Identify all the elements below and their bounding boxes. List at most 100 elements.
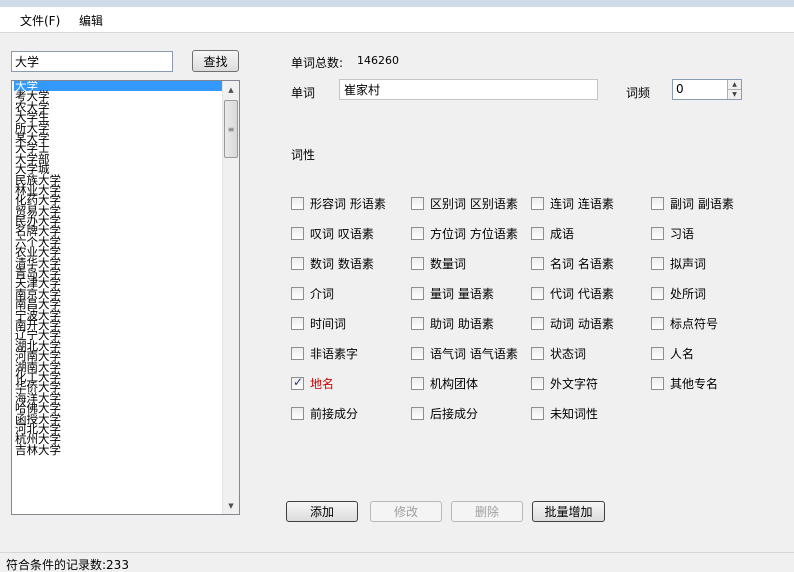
pos-checkbox-label: 代词 代语素 [550,287,614,301]
pos-checkbox[interactable]: 习语 [651,225,694,242]
pos-checkbox-label: 地名 [310,377,335,391]
pos-checkbox[interactable]: 状态词 [531,345,586,362]
checkbox-icon[interactable] [531,227,544,240]
pos-checkbox[interactable]: 机构团体 [411,375,478,392]
checkbox-icon[interactable] [411,407,424,420]
checkbox-icon[interactable] [651,377,664,390]
menu-edit[interactable]: 编辑 [79,12,103,29]
pos-checkbox[interactable]: 后接成分 [411,405,478,422]
scroll-up-arrow-icon[interactable]: ▲ [223,81,239,98]
pos-checkbox-label: 未知词性 [550,407,599,421]
pos-checkbox[interactable]: 助词 助语素 [411,315,494,332]
checkbox-icon[interactable] [291,287,304,300]
pos-checkbox[interactable]: 数量词 [411,255,466,272]
pos-checkbox[interactable]: 动词 动语素 [531,315,614,332]
pos-checkbox-label: 机构团体 [430,377,479,391]
results-list[interactable]: 大学 考大学 农大学 大学生 所大学 某大学 大学士 大学部 大学城 民族大学 林业大学 化药大学 贸易… [11,80,240,515]
pos-checkbox[interactable]: 形容词 形语素 [291,195,386,212]
word-label: 单词 [291,86,316,100]
scroll-down-arrow-icon[interactable]: ▼ [223,497,239,514]
checkbox-icon[interactable] [531,347,544,360]
pos-checkbox-label: 习语 [670,227,695,241]
pos-checkbox[interactable]: 非语素字 [291,345,358,362]
pos-checkbox-label: 动词 动语素 [550,317,614,331]
pos-checkbox[interactable]: 量词 量语素 [411,285,494,302]
pos-checkbox[interactable]: 方位词 方位语素 [411,225,518,242]
pos-checkbox-label: 区别词 区别语素 [430,197,518,211]
add-button[interactable]: 添加 [286,501,358,522]
checkbox-icon[interactable] [651,347,664,360]
delete-button[interactable]: 删除 [451,501,523,522]
checkbox-icon[interactable] [531,317,544,330]
pos-checkbox[interactable]: 数词 数语素 [291,255,374,272]
spin-up-icon[interactable]: ▲ [727,80,741,90]
checkbox-icon[interactable] [531,197,544,210]
pos-checkbox[interactable]: ✓ 地名 [291,375,334,392]
checkbox-icon[interactable] [651,287,664,300]
pos-checkbox[interactable]: 区别词 区别语素 [411,195,518,212]
pos-checkbox[interactable]: 代词 代语素 [531,285,614,302]
modify-button[interactable]: 修改 [370,501,442,522]
status-bar: 符合条件的记录数:233 [0,552,794,572]
pos-checkbox[interactable]: 未知词性 [531,405,598,422]
frequency-stepper[interactable]: 0 ▲ ▼ [672,79,742,100]
checkbox-icon[interactable] [291,407,304,420]
word-input[interactable] [339,79,598,100]
checkbox-icon[interactable] [411,347,424,360]
checkbox-icon[interactable] [291,197,304,210]
pos-checkbox[interactable]: 前接成分 [291,405,358,422]
checkbox-icon[interactable] [651,257,664,270]
pos-checkbox-label: 副词 副语素 [670,197,734,211]
checkbox-icon[interactable] [411,377,424,390]
title-bar [0,0,794,7]
pos-checkbox-label: 时间词 [310,317,347,331]
checkbox-icon[interactable] [411,287,424,300]
checkbox-icon[interactable] [531,407,544,420]
pos-checkbox[interactable]: 处所词 [651,285,706,302]
search-input[interactable] [11,51,173,72]
checkbox-icon[interactable] [291,347,304,360]
pos-checkbox[interactable]: 连词 连语素 [531,195,614,212]
pos-checkbox-label: 助词 助语素 [430,317,494,331]
pos-checkbox-label: 数词 数语素 [310,257,374,271]
checkbox-icon[interactable] [411,227,424,240]
results-scrollbar[interactable]: ▲ ≡ ▼ [222,81,239,514]
checkbox-icon[interactable] [411,257,424,270]
pos-checkbox[interactable]: 语气词 语气语素 [411,345,518,362]
pos-checkbox[interactable]: 成语 [531,225,574,242]
pos-checkbox[interactable]: 外文字符 [531,375,598,392]
pos-checkbox[interactable]: 拟声词 [651,255,706,272]
checkbox-icon[interactable] [651,197,664,210]
pos-checkbox[interactable]: 时间词 [291,315,346,332]
checkbox-icon[interactable] [291,257,304,270]
pos-checkbox[interactable]: 名词 名语素 [531,255,614,272]
pos-checkbox-label: 外文字符 [550,377,599,391]
total-words-label: 单词总数: [291,56,344,70]
pos-checkbox[interactable]: 标点符号 [651,315,718,332]
checkbox-checked-icon[interactable]: ✓ [291,375,304,390]
pos-checkbox-label: 拟声词 [670,257,707,271]
pos-checkbox[interactable]: 人名 [651,345,694,362]
pos-checkbox[interactable]: 其他专名 [651,375,718,392]
batch-add-button[interactable]: 批量增加 [532,501,605,522]
pos-checkbox[interactable]: 叹词 叹语素 [291,225,374,242]
pos-checkbox-label: 成语 [550,227,575,241]
checkbox-icon[interactable] [531,257,544,270]
frequency-label: 词频 [626,86,651,100]
menu-file[interactable]: 文件(F) [20,12,60,29]
scroll-thumb[interactable]: ≡ [224,100,238,158]
search-button[interactable]: 查找 [192,50,239,72]
checkbox-icon[interactable] [531,287,544,300]
spin-down-icon[interactable]: ▼ [727,89,741,99]
pos-checkbox-label: 非语素字 [310,347,359,361]
pos-checkbox[interactable]: 介词 [291,285,334,302]
checkbox-icon[interactable] [291,227,304,240]
checkbox-icon[interactable] [651,227,664,240]
pos-checkbox[interactable]: 副词 副语素 [651,195,734,212]
checkbox-icon[interactable] [531,377,544,390]
list-item[interactable]: 吉林大学 [14,444,223,456]
checkbox-icon[interactable] [411,317,424,330]
checkbox-icon[interactable] [411,197,424,210]
checkbox-icon[interactable] [651,317,664,330]
checkbox-icon[interactable] [291,317,304,330]
